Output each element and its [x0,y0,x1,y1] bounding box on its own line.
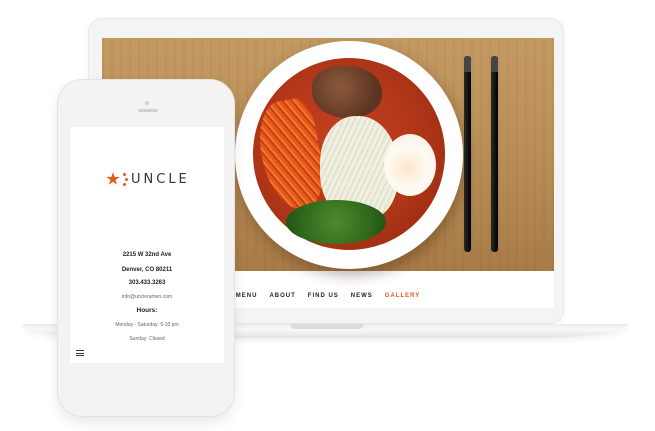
address-line-2: Denver, CO 80211 [121,267,173,273]
nav-find-us-link[interactable]: FIND US [308,293,339,299]
laptop-notch [290,324,364,329]
ramen-egg [384,134,436,196]
ramen-scallions [286,200,386,244]
hours-sunday: Sunday: Closed [129,336,165,342]
phone-screen: UNCLE 2215 W 32nd Ave Denver, CO 80211 3… [70,127,224,363]
nav-gallery-link[interactable]: GALLERY [385,293,420,299]
ramen-pork [312,66,382,118]
logo-dots [122,172,128,186]
phone-camera [145,101,149,105]
hamburger-menu-icon[interactable] [76,350,84,356]
hours-title: Hours: [136,307,158,314]
address-line-1: 2215 W 32nd Ave [122,252,172,258]
star-logo-icon [106,172,120,185]
chopstick-left [464,56,471,252]
nav-news-link[interactable]: NEWS [351,293,373,299]
nav-about-link[interactable]: ABOUT [269,293,295,299]
phone-number[interactable]: 303.433.3263 [70,280,224,286]
email-link[interactable]: info@uncleramen.com [70,294,224,300]
nav-menu-link[interactable]: MENU [236,293,258,299]
phone-speaker [138,109,158,112]
logo-text: UNCLE [131,171,190,187]
uncle-logo[interactable]: UNCLE [106,169,190,189]
hours-weekday: Monday - Saturday: 5-10 pm [115,322,179,328]
chopstick-right [491,56,498,252]
